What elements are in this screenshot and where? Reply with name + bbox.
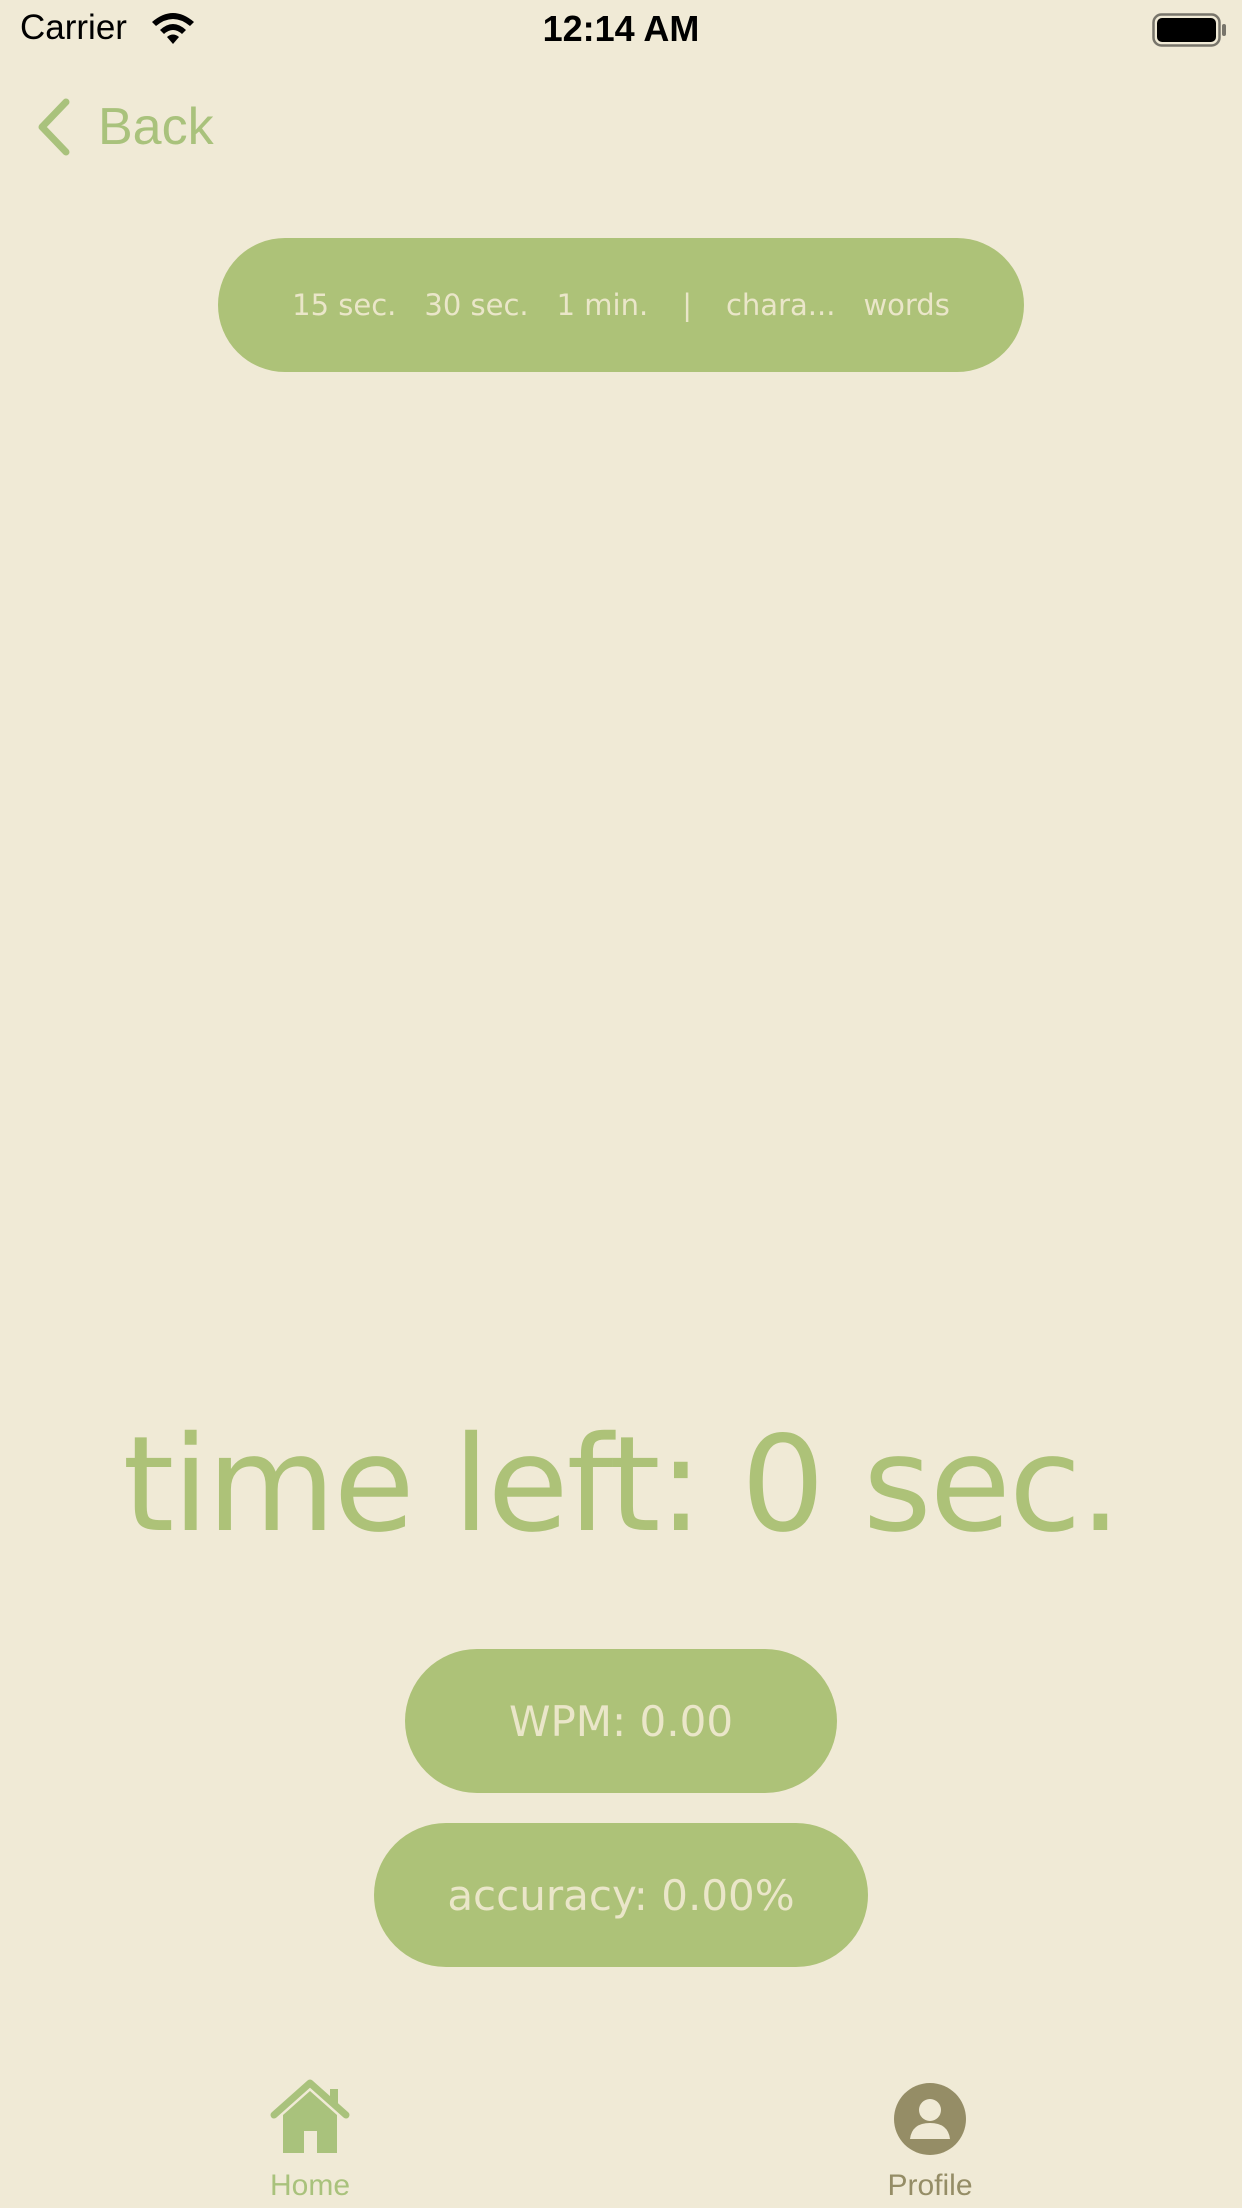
tab-profile[interactable]: Profile — [780, 2060, 1080, 2208]
mode-1-min[interactable]: 1 min. — [543, 288, 663, 322]
wpm-badge: WPM: 0.00 — [405, 1649, 837, 1793]
mode-30-sec[interactable]: 30 sec. — [410, 288, 542, 322]
chevron-left-icon — [38, 98, 70, 156]
status-bar: Carrier 12:14 AM — [0, 0, 1242, 62]
typing-test-screen: Carrier 12:14 AM Back 15 sec. 30 sec. 1 … — [0, 0, 1242, 2208]
time-left-label: time left: 0 sec. — [122, 1408, 1122, 1562]
tab-bar: Home Profile — [0, 2060, 1242, 2208]
home-icon — [270, 2079, 350, 2153]
accuracy-badge: accuracy: 0.00% — [374, 1823, 868, 1967]
mode-characters[interactable]: chara... — [712, 288, 849, 322]
mode-words[interactable]: words — [849, 288, 963, 322]
clock: 12:14 AM — [542, 8, 700, 49]
tab-home-label: Home — [269, 2169, 351, 2202]
mode-separator: | — [682, 288, 692, 322]
mode-selector: 15 sec. 30 sec. 1 min. | chara... words — [218, 238, 1024, 372]
back-button[interactable]: Back — [36, 92, 214, 162]
profile-icon — [894, 2083, 966, 2155]
battery-icon — [1152, 13, 1226, 47]
back-label: Back — [98, 98, 214, 156]
tab-home[interactable]: Home — [160, 2060, 460, 2208]
mode-15-sec[interactable]: 15 sec. — [278, 288, 410, 322]
tab-profile-label: Profile — [887, 2169, 973, 2202]
